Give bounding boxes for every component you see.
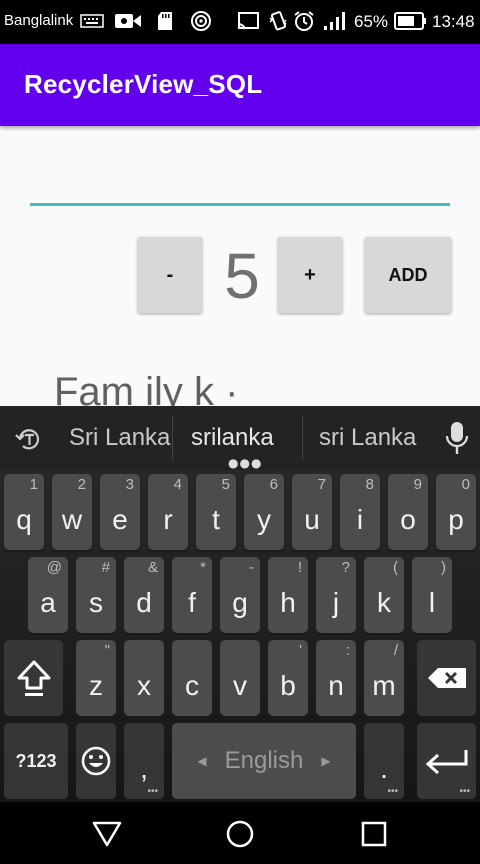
key-k[interactable]: (k bbox=[364, 557, 404, 633]
content-area: - 5 + ADD Fam ily k · bbox=[0, 126, 480, 406]
backspace-key[interactable] bbox=[417, 640, 476, 716]
signal-icon bbox=[324, 12, 345, 30]
status-bar: Banglalink 65% 13:48 bbox=[0, 0, 480, 44]
key-b[interactable]: ' b bbox=[268, 640, 308, 716]
language-label: English bbox=[224, 747, 304, 774]
cast-icon bbox=[237, 12, 259, 30]
enter-icon bbox=[425, 750, 467, 774]
shift-icon bbox=[17, 660, 50, 696]
vibrate-icon bbox=[269, 11, 287, 31]
list-item: Fam ily k · bbox=[54, 370, 239, 406]
alarm-icon bbox=[294, 11, 314, 31]
sd-card-icon bbox=[158, 12, 172, 30]
key-z[interactable]: " z bbox=[76, 640, 116, 716]
key-n[interactable]: :n bbox=[316, 640, 356, 716]
add-button[interactable]: ADD bbox=[365, 237, 451, 313]
key-g[interactable]: -g bbox=[220, 557, 260, 633]
clock: 13:48 bbox=[432, 12, 475, 31]
carrier-name: Banglalink bbox=[4, 12, 74, 29]
key-v[interactable]: v bbox=[220, 640, 260, 716]
app-title: RecyclerView_SQL bbox=[24, 69, 263, 99]
home-icon[interactable] bbox=[225, 819, 255, 849]
microphone-icon[interactable] bbox=[444, 420, 470, 456]
suggestion-divider bbox=[172, 416, 173, 460]
key-m[interactable]: / m bbox=[364, 640, 404, 716]
suggestion-strip: Sri Lanka srilanka ●●● sri Lanka bbox=[0, 406, 480, 470]
arrow-right-icon: ▶ bbox=[321, 754, 331, 768]
key-o[interactable]: 9o bbox=[388, 474, 428, 550]
period-key[interactable]: . ••• bbox=[364, 723, 404, 799]
key-a[interactable]: @ a bbox=[28, 557, 68, 633]
key-q[interactable]: 1q bbox=[4, 474, 44, 550]
symbols-key[interactable]: ?123 bbox=[4, 723, 68, 799]
key-d[interactable]: & d bbox=[124, 557, 164, 633]
battery-icon bbox=[394, 12, 426, 30]
key-j[interactable]: ? j bbox=[316, 557, 356, 633]
suggestion-1[interactable]: Sri Lanka bbox=[69, 424, 170, 452]
more-suggestions-dots: ●●● bbox=[228, 456, 263, 470]
key-i[interactable]: 8i bbox=[340, 474, 380, 550]
comma-key[interactable]: , ••• bbox=[124, 723, 164, 799]
key-r[interactable]: 4r bbox=[148, 474, 188, 550]
suggestion-3[interactable]: sri Lanka bbox=[319, 424, 416, 452]
navigation-bar bbox=[0, 802, 480, 864]
key-y[interactable]: 6y bbox=[244, 474, 284, 550]
item-name-input[interactable] bbox=[30, 166, 450, 206]
key-l[interactable]: ) l bbox=[412, 557, 452, 633]
decrease-button[interactable]: - bbox=[138, 237, 202, 313]
key-h[interactable]: ! h bbox=[268, 557, 308, 633]
key-p[interactable]: 0p bbox=[436, 474, 476, 550]
key-u[interactable]: 7u bbox=[292, 474, 332, 550]
arrow-left-icon: ◀ bbox=[197, 754, 207, 768]
soft-keyboard: Sri Lanka srilanka ●●● sri Lanka 1q 2w 3… bbox=[0, 406, 480, 802]
suggestion-divider bbox=[302, 416, 303, 460]
recent-apps-icon[interactable] bbox=[360, 820, 388, 848]
hotspot-icon bbox=[191, 11, 211, 31]
key-x[interactable]: x bbox=[124, 640, 164, 716]
backspace-icon bbox=[427, 668, 466, 688]
key-f[interactable]: * f bbox=[172, 557, 212, 633]
video-camera-icon bbox=[115, 14, 141, 28]
increase-button[interactable]: + bbox=[278, 237, 342, 313]
key-t[interactable]: 5t bbox=[196, 474, 236, 550]
back-icon[interactable] bbox=[92, 820, 122, 848]
emoji-key[interactable] bbox=[76, 723, 116, 799]
emoji-icon bbox=[81, 746, 111, 776]
translate-icon[interactable] bbox=[14, 424, 44, 454]
suggestion-2[interactable]: srilanka bbox=[191, 424, 274, 452]
quantity-display: 5 bbox=[224, 240, 260, 312]
key-w[interactable]: 2w bbox=[52, 474, 92, 550]
key-s[interactable]: # s bbox=[76, 557, 116, 633]
key-c[interactable]: c bbox=[172, 640, 212, 716]
enter-key[interactable]: ••• bbox=[417, 723, 476, 799]
keyboard-icon bbox=[80, 14, 104, 28]
key-e[interactable]: 3e bbox=[100, 474, 140, 550]
battery-percentage: 65% bbox=[354, 12, 389, 31]
app-bar: RecyclerView_SQL bbox=[0, 44, 480, 126]
space-key[interactable]: ◀ English ▶ bbox=[172, 723, 356, 799]
shift-key[interactable] bbox=[4, 640, 63, 716]
